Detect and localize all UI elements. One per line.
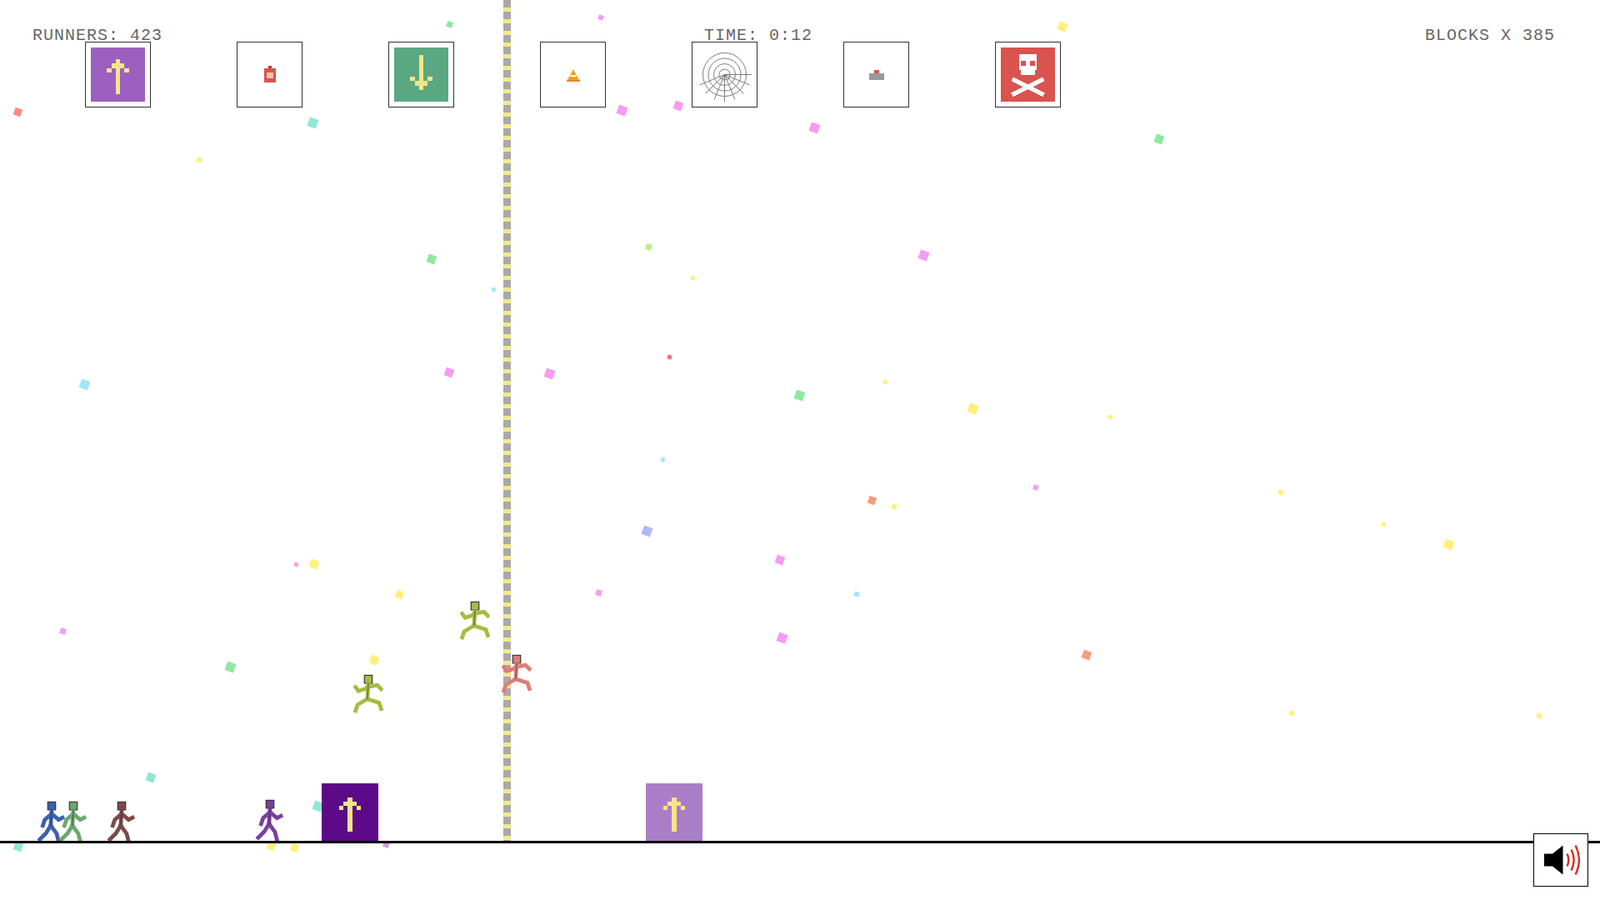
confetti bbox=[1535, 712, 1543, 720]
confetti bbox=[666, 354, 672, 360]
ground-block[interactable] bbox=[645, 783, 703, 842]
finish-line bbox=[503, 0, 511, 842]
confetti bbox=[13, 107, 23, 117]
confetti bbox=[660, 456, 666, 462]
speaker-icon bbox=[1540, 840, 1582, 880]
confetti bbox=[443, 367, 455, 379]
skull-icon bbox=[1000, 47, 1055, 102]
confetti bbox=[290, 842, 300, 852]
confetti bbox=[1442, 538, 1455, 550]
confetti bbox=[309, 559, 320, 570]
up-arrow-icon bbox=[652, 790, 696, 835]
confetti bbox=[1154, 133, 1165, 145]
confetti bbox=[395, 590, 405, 600]
confetti bbox=[775, 632, 788, 645]
confetti bbox=[78, 378, 90, 390]
confetti bbox=[224, 660, 236, 673]
confetti bbox=[595, 589, 603, 597]
confetti bbox=[774, 555, 785, 566]
down-arrow-icon bbox=[399, 52, 444, 97]
confetti bbox=[543, 368, 555, 380]
confetti bbox=[1056, 21, 1068, 33]
tool-slot[interactable] bbox=[236, 41, 303, 108]
confetti bbox=[306, 116, 319, 129]
confetti bbox=[1033, 484, 1040, 491]
confetti bbox=[1288, 710, 1295, 718]
tool-slot[interactable] bbox=[995, 41, 1061, 108]
boost-down-icon bbox=[394, 47, 449, 102]
boost-up-icon bbox=[90, 47, 145, 102]
confetti bbox=[59, 627, 67, 635]
confetti bbox=[673, 100, 685, 112]
confetti bbox=[690, 275, 695, 280]
game-canvas[interactable]: RUNNERS: 423TIME: 0:12BLOCKS X 385 bbox=[0, 0, 1600, 900]
confetti bbox=[1380, 521, 1386, 527]
ground-block[interactable] bbox=[321, 783, 379, 842]
toolbar bbox=[85, 41, 1061, 108]
confetti bbox=[615, 105, 628, 117]
confetti bbox=[809, 122, 821, 135]
confetti bbox=[966, 402, 979, 415]
ground-line bbox=[0, 840, 1600, 844]
tool-slot[interactable] bbox=[540, 41, 606, 108]
runner bbox=[58, 800, 89, 844]
confetti bbox=[426, 254, 438, 265]
tool-slot[interactable] bbox=[843, 41, 910, 108]
runner bbox=[106, 800, 137, 844]
tool-slot[interactable] bbox=[691, 41, 758, 108]
spider-web-icon bbox=[697, 47, 752, 102]
tool-slot[interactable] bbox=[388, 41, 455, 108]
up-arrow-icon bbox=[328, 790, 372, 835]
dynamite-icon bbox=[262, 65, 278, 85]
confetti bbox=[195, 156, 203, 164]
runner bbox=[255, 798, 285, 842]
confetti bbox=[890, 503, 898, 510]
confetti bbox=[597, 14, 605, 21]
confetti bbox=[145, 772, 157, 784]
confetti bbox=[793, 389, 805, 401]
confetti bbox=[445, 20, 454, 29]
confetti bbox=[369, 655, 380, 666]
cone-icon bbox=[565, 68, 581, 82]
confetti bbox=[867, 495, 877, 505]
runner bbox=[460, 600, 490, 644]
confetti bbox=[1277, 489, 1285, 496]
button-icon bbox=[868, 70, 885, 80]
sound-button[interactable] bbox=[1533, 833, 1589, 887]
up-arrow-icon bbox=[95, 52, 140, 97]
confetti bbox=[293, 561, 299, 567]
confetti bbox=[641, 525, 654, 537]
confetti bbox=[918, 250, 930, 262]
tool-slot[interactable] bbox=[85, 41, 151, 108]
confetti bbox=[883, 379, 889, 385]
confetti bbox=[491, 287, 497, 293]
runner bbox=[501, 653, 532, 697]
confetti bbox=[1081, 650, 1093, 661]
confetti bbox=[853, 590, 860, 598]
confetti bbox=[1107, 415, 1113, 420]
runner bbox=[353, 673, 384, 717]
confetti bbox=[645, 243, 653, 251]
blocks-count: BLOCKS X 385 bbox=[1425, 23, 1555, 49]
